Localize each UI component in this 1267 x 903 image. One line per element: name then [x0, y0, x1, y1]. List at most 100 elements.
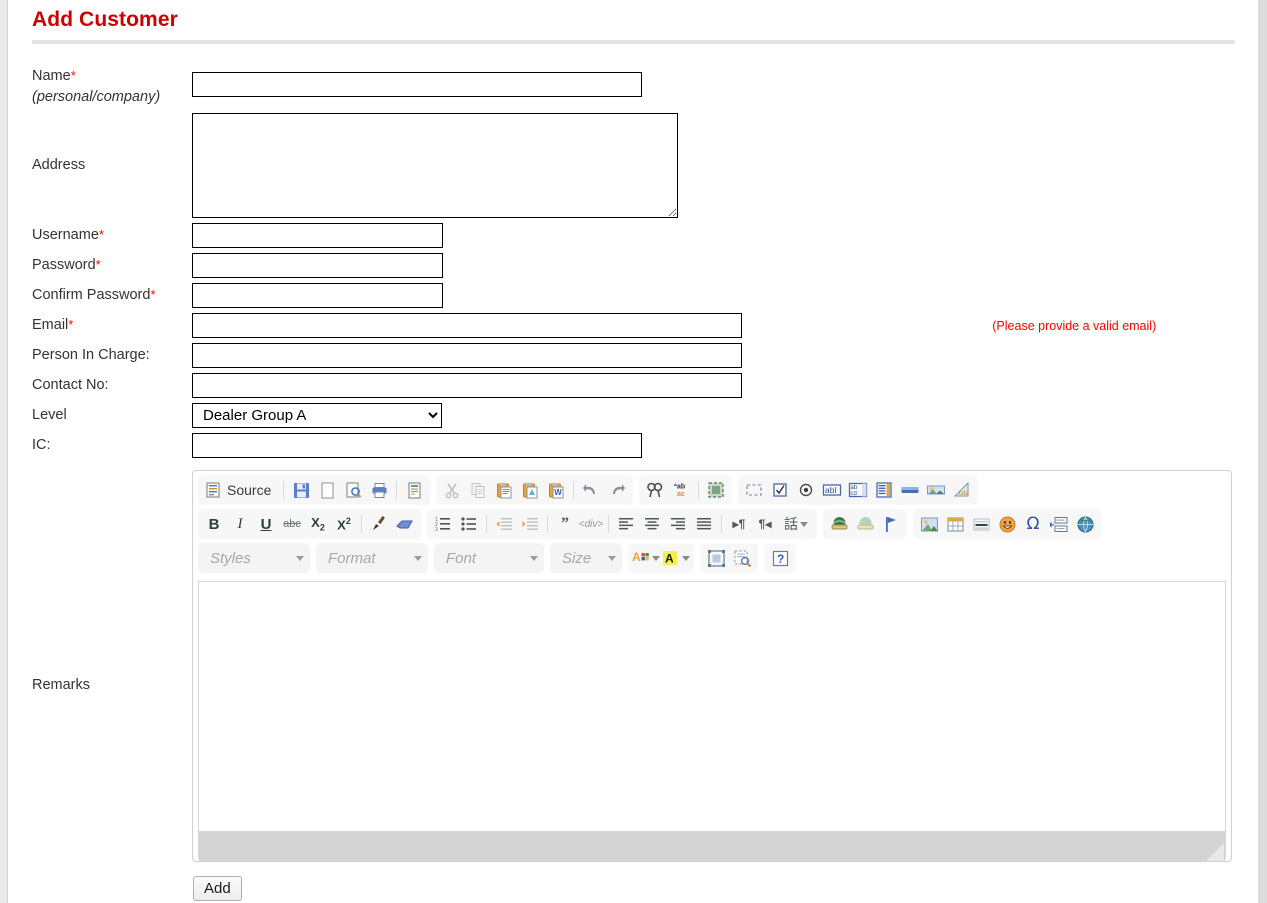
contact-no-input[interactable] [192, 373, 742, 399]
special-character-icon[interactable]: Ω [1021, 512, 1045, 536]
person-in-charge-input[interactable] [192, 343, 742, 369]
source-button[interactable]: Styles Source [202, 478, 278, 502]
styles-combo[interactable]: Styles [198, 543, 310, 574]
radio-button-icon[interactable] [794, 478, 818, 502]
confirm-password-input[interactable] [192, 283, 443, 309]
text-field-icon[interactable]: abl [820, 478, 844, 502]
underline-label: U [260, 515, 272, 533]
label-name-text: Name [32, 68, 71, 84]
background-color-icon[interactable]: A [662, 546, 690, 570]
textarea-icon[interactable]: ab cd [846, 478, 870, 502]
templates-icon[interactable] [402, 478, 426, 502]
paste-from-word-icon[interactable]: W [544, 478, 568, 502]
preview-icon[interactable] [341, 478, 365, 502]
bold-icon[interactable]: B [202, 512, 226, 536]
select-all-icon[interactable] [704, 478, 728, 502]
print-icon[interactable] [367, 478, 391, 502]
email-input[interactable] [192, 313, 742, 339]
page-break-icon[interactable] [1047, 512, 1071, 536]
level-select[interactable]: Dealer Group A [192, 403, 442, 429]
editor-resize-grip[interactable] [1206, 843, 1224, 862]
copy-icon[interactable] [466, 478, 490, 502]
horizontal-rule-icon[interactable] [969, 512, 993, 536]
increase-indent-icon[interactable] [518, 512, 542, 536]
iframe-icon[interactable] [1073, 512, 1097, 536]
block-quote-icon[interactable]: ” [553, 512, 577, 536]
subscript-icon[interactable]: X2 [306, 512, 330, 536]
required-marker: * [150, 287, 156, 303]
underline-icon[interactable]: U [254, 512, 278, 536]
link-icon[interactable] [827, 512, 851, 536]
cell-ic-input [192, 433, 984, 459]
decrease-indent-icon[interactable] [492, 512, 516, 536]
show-blocks-icon[interactable] [730, 546, 754, 570]
paste-text-icon[interactable] [518, 478, 542, 502]
format-combo[interactable]: Format [316, 543, 428, 574]
bulleted-list-icon[interactable] [457, 512, 481, 536]
language-icon[interactable]: 話 [779, 512, 813, 536]
label-username-text: Username [32, 227, 99, 244]
undo-icon[interactable] [579, 478, 603, 502]
remove-format-icon[interactable] [393, 512, 417, 536]
ic-input[interactable] [192, 433, 642, 459]
add-button[interactable]: Add [193, 876, 242, 902]
numbered-list-icon[interactable]: 123 [431, 512, 455, 536]
image-icon[interactable] [917, 512, 941, 536]
password-input[interactable] [192, 253, 443, 279]
image-button-icon[interactable] [924, 478, 948, 502]
button-icon[interactable] [898, 478, 922, 502]
svg-text:?: ? [777, 552, 784, 566]
unlink-icon[interactable] [853, 512, 877, 536]
cell-level-select: Dealer Group A [192, 403, 984, 429]
form-row-person-in-charge: Person In Charge: [32, 343, 1232, 369]
paste-icon[interactable] [492, 478, 516, 502]
font-combo[interactable]: Font [434, 543, 544, 574]
replace-icon[interactable]: ab ac [669, 478, 693, 502]
align-left-icon[interactable] [614, 512, 638, 536]
text-color-icon[interactable]: A [632, 546, 660, 570]
italic-icon[interactable]: I [228, 512, 252, 536]
redo-icon[interactable] [605, 478, 629, 502]
title-divider [32, 40, 1235, 44]
select-field-icon[interactable] [872, 478, 896, 502]
smiley-icon[interactable] [995, 512, 1019, 536]
checkbox-icon[interactable] [768, 478, 792, 502]
strikethrough-icon[interactable]: abc [280, 512, 304, 536]
copy-formatting-icon[interactable] [367, 512, 391, 536]
new-page-icon[interactable] [315, 478, 339, 502]
toolbar-group-document: Styles Source [198, 475, 431, 506]
label-level: Level [32, 403, 192, 428]
justify-icon[interactable] [692, 512, 716, 536]
name-input[interactable] [192, 71, 642, 97]
form-row-email: Email* (Please provide a valid email) [32, 313, 1232, 339]
find-icon[interactable] [643, 478, 667, 502]
text-direction-ltr-icon[interactable]: ▸¶ [727, 512, 751, 536]
table-icon[interactable] [943, 512, 967, 536]
hidden-field-icon[interactable]: cda [950, 478, 974, 502]
chevron-down-icon [296, 555, 304, 561]
text-direction-rtl-icon[interactable]: ¶◂ [753, 512, 777, 536]
form-row-contact-no: Contact No: [32, 373, 1232, 399]
cut-icon[interactable] [440, 478, 464, 502]
save-icon[interactable] [289, 478, 313, 502]
font-combo-label: Font [446, 549, 477, 567]
form-icon[interactable] [742, 478, 766, 502]
align-center-icon[interactable] [640, 512, 664, 536]
align-right-icon[interactable] [666, 512, 690, 536]
cell-username-input [192, 223, 984, 249]
create-div-icon[interactable]: <div> [579, 512, 603, 536]
username-input[interactable] [192, 223, 443, 249]
label-level-text: Level [32, 407, 67, 424]
about-icon[interactable]: ? [768, 546, 792, 570]
cell-name-input [192, 60, 984, 108]
maximize-icon[interactable] [704, 546, 728, 570]
anchor-icon[interactable] [879, 512, 903, 536]
address-textarea[interactable] [192, 113, 678, 219]
size-combo[interactable]: Size [550, 543, 622, 574]
editor-content-area[interactable] [198, 581, 1226, 832]
bold-label: B [208, 515, 220, 533]
cell-email-input [192, 313, 984, 339]
superscript-icon[interactable]: X2 [332, 512, 356, 536]
editor-toolbar-row-1: Styles Source [198, 475, 1226, 506]
form-row-level: Level Dealer Group A [32, 403, 1232, 429]
